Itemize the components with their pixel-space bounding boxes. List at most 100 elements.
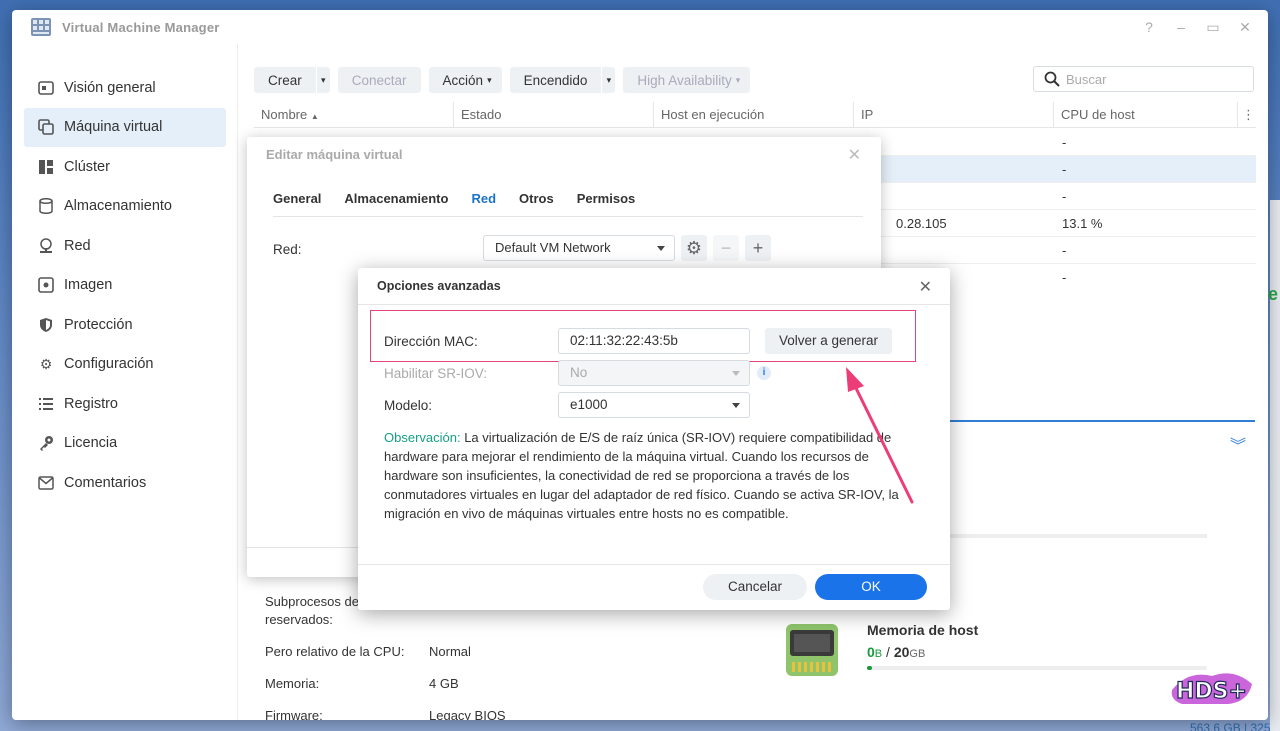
sidebar-item-label: Registro: [64, 395, 118, 412]
model-label: Modelo:: [384, 398, 433, 413]
network-select[interactable]: Default VM Network: [483, 235, 675, 261]
cpu-weight-value: Normal: [429, 644, 471, 659]
add-icon[interactable]: +: [745, 235, 771, 261]
model-select[interactable]: e1000: [558, 392, 750, 418]
remove-icon[interactable]: −: [713, 235, 739, 261]
vm-icon: [38, 119, 54, 136]
mac-address-field[interactable]: 02:11:32:22:43:5b: [558, 328, 750, 354]
sriov-select[interactable]: No: [558, 360, 750, 386]
titlebar: Virtual Machine Manager ? – ▭ ✕: [12, 10, 1268, 44]
sidebar-item-log[interactable]: Registro: [24, 384, 226, 424]
cpu-weight-label: Pero relativo de la CPU:: [265, 644, 405, 659]
host-memory-title: Memoria de host: [867, 622, 979, 638]
divider: [358, 564, 950, 565]
tab-storage[interactable]: Almacenamiento: [344, 191, 448, 216]
help-icon[interactable]: ?: [1142, 19, 1156, 36]
regenerate-button[interactable]: Volver a generar: [765, 328, 892, 354]
key-icon: [38, 435, 54, 452]
desktop-widget-strip: [1270, 200, 1280, 731]
column-menu-icon[interactable]: ⋮: [1238, 102, 1255, 127]
shield-icon: [38, 317, 54, 333]
sidebar-item-storage[interactable]: Almacenamiento: [24, 187, 226, 227]
close-icon[interactable]: ✕: [1238, 19, 1252, 36]
sidebar-item-label: Imagen: [64, 277, 113, 294]
column-header-host[interactable]: Host en ejecución: [654, 102, 854, 127]
overview-icon: [38, 80, 54, 96]
column-header-ip[interactable]: IP: [854, 102, 1054, 127]
tab-general[interactable]: General: [273, 191, 321, 216]
cancel-button[interactable]: Cancelar: [703, 574, 807, 600]
memory-chip-icon: [786, 624, 838, 676]
network-icon: [38, 238, 54, 254]
sidebar-item-label: Almacenamiento: [64, 198, 172, 215]
gear-icon[interactable]: ⚙: [681, 235, 707, 261]
sidebar-item-label: Licencia: [64, 435, 118, 452]
sidebar-item-cluster[interactable]: Clúster: [24, 147, 226, 187]
chevron-down-icon[interactable]: ▾: [601, 67, 615, 93]
mac-label: Dirección MAC:: [384, 334, 478, 349]
threads-label-2: reservados:: [265, 612, 333, 627]
tab-others[interactable]: Otros: [519, 191, 554, 216]
sidebar-item-label: Máquina virtual: [64, 119, 163, 136]
tab-permissions[interactable]: Permisos: [577, 191, 636, 216]
gear-icon: ⚙: [39, 355, 53, 372]
sidebar: Visión general Máquina virtual Clúster A…: [12, 44, 238, 720]
desktop-storage-text: 563.6 GB | 325: [1190, 721, 1271, 731]
mail-icon: [38, 475, 54, 491]
memory-label: Memoria:: [265, 676, 320, 691]
sidebar-item-label: Visión general: [64, 79, 156, 96]
desktop-widget-fragment: e: [1268, 284, 1279, 304]
tab-bar: General Almacenamiento Red Otros Permiso…: [273, 191, 863, 217]
action-button[interactable]: Acción ▾: [428, 67, 502, 93]
sidebar-item-feedback[interactable]: Comentarios: [24, 463, 226, 503]
tab-network[interactable]: Red: [471, 191, 496, 216]
power-button[interactable]: Encendido ▾: [509, 67, 616, 93]
sidebar-item-label: Red: [64, 237, 91, 254]
sidebar-item-vm[interactable]: Máquina virtual: [24, 107, 226, 147]
usage-bar: [938, 534, 1207, 538]
toolbar: Crear ▾ Conectar Acción ▾ Encendido ▾ High …: [254, 67, 751, 93]
sidebar-item-license[interactable]: Licencia: [24, 424, 226, 464]
chevron-down-icon: ▾: [487, 74, 492, 85]
close-icon[interactable]: ✕: [848, 145, 861, 165]
firmware-value: Legacy BIOS: [429, 708, 506, 720]
sidebar-item-settings[interactable]: ⚙ Configuración: [24, 345, 226, 385]
chevron-down-icon[interactable]: ▾: [315, 67, 330, 93]
sidebar-item-label: Configuración: [64, 356, 154, 373]
column-header-status[interactable]: Estado: [454, 102, 654, 127]
watermark-logo: HDS+: [1171, 673, 1252, 705]
cluster-icon: [38, 159, 54, 175]
dialog-title: Editar máquina virtual: [266, 147, 403, 162]
vm-grid-header: Nombre ▲ Estado Host en ejecución IP CPU…: [254, 102, 1256, 128]
create-button[interactable]: Crear ▾: [254, 67, 330, 93]
chevron-down-icon: ▾: [735, 74, 741, 85]
svg-text:HDS+: HDS+: [1176, 679, 1247, 704]
network-label: Red:: [273, 242, 302, 257]
advanced-options-dialog: Opciones avanzadas ✕ Dirección MAC: 02:1…: [358, 268, 950, 610]
dialog-title: Opciones avanzadas: [377, 279, 501, 293]
column-header-cpu[interactable]: CPU de host: [1054, 102, 1238, 127]
close-icon[interactable]: ✕: [919, 277, 932, 297]
minimize-icon[interactable]: –: [1174, 19, 1188, 36]
sriov-label: Habilitar SR-IOV:: [384, 366, 488, 381]
connect-button[interactable]: Conectar: [337, 67, 421, 93]
sidebar-item-protection[interactable]: Protección: [24, 305, 226, 345]
sidebar-item-image[interactable]: Imagen: [24, 266, 226, 306]
chevron-double-down-icon[interactable]: ︾: [1230, 432, 1246, 456]
sidebar-item-network[interactable]: Red: [24, 226, 226, 266]
host-memory-bar: [867, 666, 1207, 670]
ok-button[interactable]: OK: [815, 574, 927, 600]
sidebar-item-label: Protección: [64, 316, 133, 333]
log-icon: [38, 396, 54, 412]
sidebar-item-label: Comentarios: [64, 474, 147, 491]
search-box[interactable]: Buscar: [1033, 66, 1254, 92]
sriov-note: Observación: La virtualización de E/S de…: [384, 430, 899, 521]
high-availability-button[interactable]: High Availability ▾: [623, 67, 751, 93]
info-icon[interactable]: i: [757, 366, 771, 380]
maximize-icon[interactable]: ▭: [1206, 19, 1220, 36]
search-input[interactable]: Buscar: [1066, 72, 1106, 87]
app-icon: [31, 18, 51, 36]
sidebar-item-overview[interactable]: Visión general: [24, 68, 226, 108]
column-header-name[interactable]: Nombre ▲: [254, 102, 454, 127]
memory-value: 4 GB: [429, 676, 459, 691]
